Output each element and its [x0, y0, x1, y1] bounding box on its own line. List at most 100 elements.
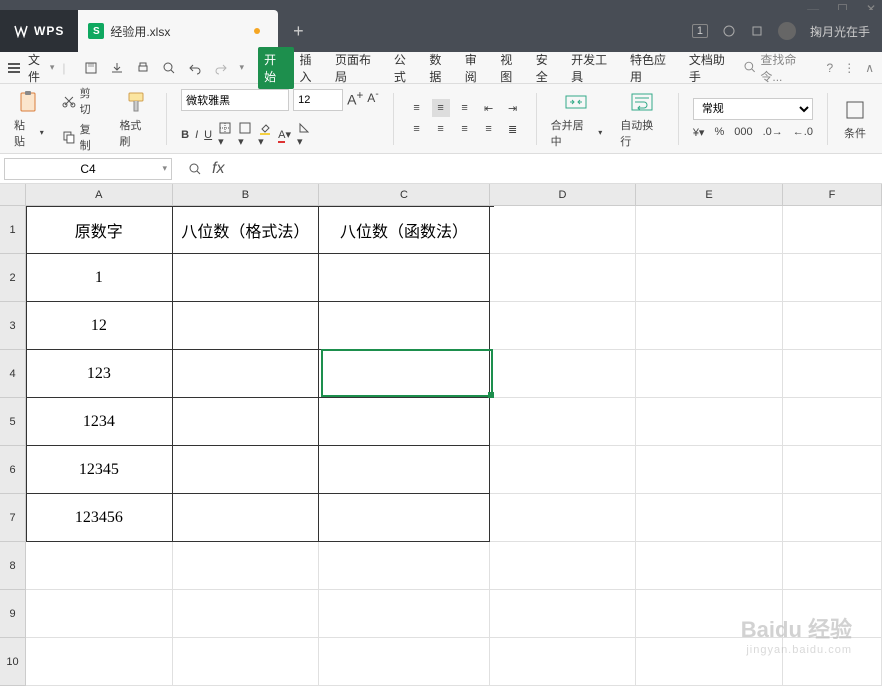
cell-C5[interactable]: [319, 398, 489, 446]
cell-A8[interactable]: [26, 542, 173, 590]
user-name[interactable]: 掬月光在手: [810, 23, 870, 40]
indent-left-icon[interactable]: ⇤: [480, 99, 498, 117]
notification-badge[interactable]: 1: [692, 24, 708, 38]
cell-F2[interactable]: [783, 254, 882, 302]
cell-C1[interactable]: 八位数（函数法）: [319, 206, 489, 254]
cell-D4[interactable]: [490, 350, 637, 398]
cell-D6[interactable]: [490, 446, 637, 494]
options-icon[interactable]: ⋮: [843, 61, 855, 75]
cell-C2[interactable]: [319, 254, 489, 302]
select-all-corner[interactable]: [0, 184, 26, 206]
cell-D3[interactable]: [490, 302, 637, 350]
cell-A5[interactable]: 1234: [26, 398, 173, 446]
row-header-8[interactable]: 8: [0, 542, 25, 590]
cell-E5[interactable]: [636, 398, 783, 446]
border-button[interactable]: ▾: [218, 121, 232, 148]
cell-F5[interactable]: [783, 398, 882, 446]
cell-D7[interactable]: [490, 494, 637, 542]
cell-F1[interactable]: [783, 206, 882, 254]
align-left-icon[interactable]: ≡: [408, 120, 426, 138]
cell-C10[interactable]: [319, 638, 489, 686]
hamburger-icon[interactable]: [8, 63, 20, 73]
font-size-select[interactable]: [293, 89, 343, 111]
row-header-3[interactable]: 3: [0, 302, 25, 350]
collapse-ribbon-icon[interactable]: ∧: [865, 61, 874, 75]
paste-button[interactable]: 粘贴▾: [14, 117, 44, 149]
cell-F8[interactable]: [783, 542, 882, 590]
cell-D5[interactable]: [490, 398, 637, 446]
cell-D9[interactable]: [490, 590, 637, 638]
inc-decimal-icon[interactable]: .0→: [763, 126, 783, 139]
preview-icon[interactable]: [162, 61, 176, 75]
cell-B4[interactable]: [173, 350, 320, 398]
cell-D10[interactable]: [490, 638, 637, 686]
col-header-D[interactable]: D: [490, 184, 637, 205]
underline-button[interactable]: U: [204, 129, 212, 141]
bold-button[interactable]: B: [181, 129, 189, 141]
comma-icon[interactable]: 000: [734, 126, 752, 139]
row-header-10[interactable]: 10: [0, 638, 25, 686]
export-icon[interactable]: [110, 61, 124, 75]
wrap-text-button[interactable]: 自动换行: [620, 117, 664, 149]
tab-layout[interactable]: 页面布局: [329, 47, 388, 89]
cell-E2[interactable]: [636, 254, 783, 302]
cell-E7[interactable]: [636, 494, 783, 542]
formula-input[interactable]: [240, 158, 878, 180]
tab-security[interactable]: 安全: [530, 47, 565, 89]
avatar[interactable]: [778, 22, 796, 40]
align-bottom-icon[interactable]: ≡: [456, 99, 474, 117]
col-header-B[interactable]: B: [173, 184, 320, 205]
cell-B8[interactable]: [173, 542, 320, 590]
row-header-4[interactable]: 4: [0, 350, 25, 398]
copy-button[interactable]: 复制: [62, 121, 102, 153]
dec-decimal-icon[interactable]: ←.0: [793, 126, 813, 139]
tab-home[interactable]: 开始: [258, 47, 293, 89]
fill-button[interactable]: ▾: [238, 121, 252, 148]
cell-B1[interactable]: 八位数（格式法）: [173, 206, 320, 254]
cell-C8[interactable]: [319, 542, 489, 590]
cell-A4[interactable]: 123: [26, 350, 173, 398]
save-icon[interactable]: [84, 61, 98, 75]
cell-B10[interactable]: [173, 638, 320, 686]
wrap-text-icon[interactable]: [629, 89, 655, 115]
tab-view[interactable]: 视图: [494, 47, 529, 89]
increase-font-icon[interactable]: A+: [347, 89, 363, 111]
font-name-select[interactable]: [181, 89, 289, 111]
cell-E1[interactable]: [636, 206, 783, 254]
trace-icon[interactable]: [188, 162, 202, 176]
cell-A2[interactable]: 1: [26, 254, 173, 302]
cell-F3[interactable]: [783, 302, 882, 350]
cell-C4[interactable]: [319, 350, 489, 398]
percent-icon[interactable]: %: [714, 126, 724, 139]
col-header-C[interactable]: C: [319, 184, 489, 205]
row-header-2[interactable]: 2: [0, 254, 25, 302]
clear-format-button[interactable]: ▾: [297, 121, 311, 148]
tab-dev[interactable]: 开发工具: [565, 47, 624, 89]
align-right-icon[interactable]: ≡: [456, 120, 474, 138]
cell-B9[interactable]: [173, 590, 320, 638]
cell-E6[interactable]: [636, 446, 783, 494]
currency-icon[interactable]: ¥▾: [693, 126, 705, 139]
cell-F9[interactable]: [783, 590, 882, 638]
cell-E8[interactable]: [636, 542, 783, 590]
number-format-select[interactable]: 常规: [693, 98, 813, 120]
cell-C3[interactable]: [319, 302, 489, 350]
redo-icon[interactable]: [214, 61, 228, 75]
cell-B3[interactable]: [173, 302, 320, 350]
cell-D2[interactable]: [490, 254, 637, 302]
align-middle-icon[interactable]: ≡: [432, 99, 450, 117]
qat-more-icon[interactable]: ▾: [240, 62, 245, 73]
skin-icon[interactable]: [750, 24, 764, 38]
tab-special[interactable]: 特色应用: [624, 47, 683, 89]
col-header-F[interactable]: F: [783, 184, 882, 205]
align-dist-icon[interactable]: ≣: [504, 120, 522, 138]
undo-icon[interactable]: [188, 61, 202, 75]
cell-D1[interactable]: [490, 206, 637, 254]
cell-C7[interactable]: [319, 494, 489, 542]
cell-A10[interactable]: [26, 638, 173, 686]
tab-review[interactable]: 审阅: [459, 47, 494, 89]
conditional-format-icon[interactable]: [842, 97, 868, 123]
col-header-A[interactable]: A: [26, 184, 173, 205]
document-tab[interactable]: S 经验用.xlsx: [78, 10, 278, 52]
format-painter-icon[interactable]: [123, 89, 149, 115]
